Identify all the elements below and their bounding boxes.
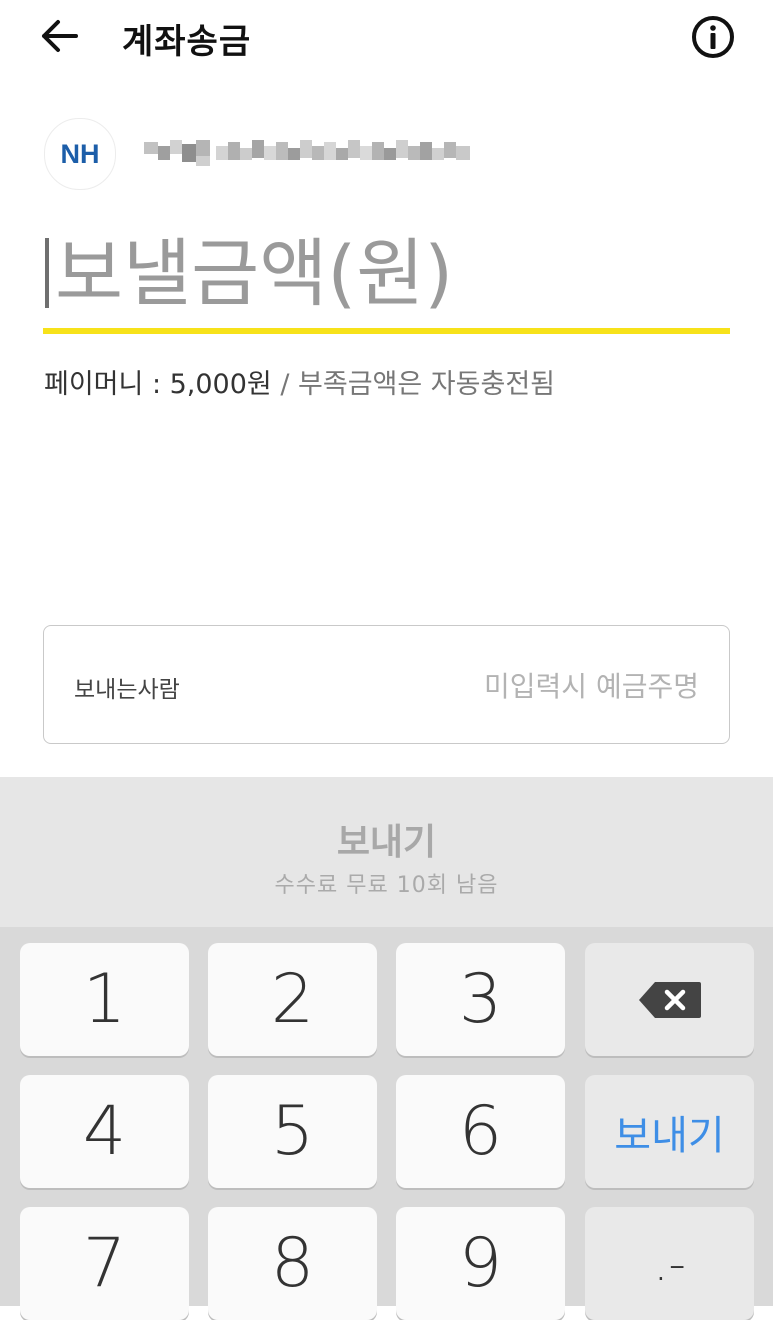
backspace-key[interactable]: [585, 943, 754, 1056]
send-button[interactable]: 보내기 수수료 무료 10회 남음: [0, 777, 773, 927]
send-button-label: 보내기: [336, 822, 437, 863]
numeric-keypad: 1 2 3 4 5 6 보내기 7 8 9 .-: [0, 927, 773, 1320]
amount-field[interactable]: [43, 222, 730, 338]
send-button-subtitle: 수수료 무료 10회 남음: [274, 873, 499, 898]
backspace-icon: [638, 981, 701, 1018]
send-key[interactable]: 보내기: [585, 1075, 754, 1188]
page-title: 계좌송금: [122, 22, 252, 62]
bank-logo: NH: [44, 118, 116, 190]
key-7[interactable]: 7: [20, 1207, 189, 1320]
key-5[interactable]: 5: [208, 1075, 377, 1188]
key-8[interactable]: 8: [208, 1207, 377, 1320]
amount-input[interactable]: [43, 222, 730, 326]
text-caret: [45, 238, 49, 308]
recipient-account: NH: [44, 118, 734, 190]
back-button[interactable]: [36, 14, 84, 58]
info-button[interactable]: [690, 14, 736, 60]
app-header: 계좌송금: [0, 0, 773, 76]
sender-field[interactable]: 보내는사람: [43, 625, 730, 744]
balance-info: 페이머니 : 5,000원 / 부족금액은 자동충전됨: [44, 362, 555, 401]
sender-label: 보내는사람: [74, 677, 180, 703]
info-circle-icon: [692, 16, 734, 58]
balance-text: 페이머니 : 5,000원: [44, 369, 272, 400]
symbol-key[interactable]: .-: [585, 1207, 754, 1320]
key-9[interactable]: 9: [396, 1207, 565, 1320]
key-1[interactable]: 1: [20, 943, 189, 1056]
masked-account-info: [144, 140, 470, 166]
sender-input[interactable]: [337, 662, 701, 710]
amount-underline: [43, 328, 730, 334]
balance-note: / 부족금액은 자동충전됨: [271, 369, 556, 400]
arrow-left-icon: [42, 20, 78, 52]
key-6[interactable]: 6: [396, 1075, 565, 1188]
key-2[interactable]: 2: [208, 943, 377, 1056]
key-4[interactable]: 4: [20, 1075, 189, 1188]
key-3[interactable]: 3: [396, 943, 565, 1056]
